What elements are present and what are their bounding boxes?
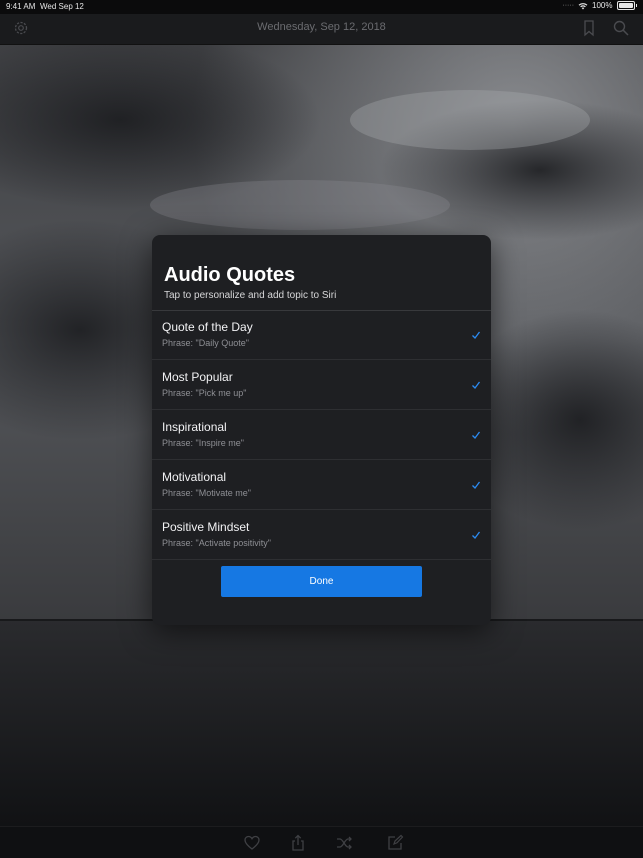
checkmark-icon [472,531,481,539]
nav-title: Wednesday, Sep 12, 2018 [257,21,386,33]
dialog-title: Audio Quotes [164,264,296,286]
topic-phrase: Phrase: "Inspire me" [162,438,244,448]
status-date: Wed Sep 12 [40,2,84,11]
topic-phrase: Phrase: "Daily Quote" [162,338,249,348]
quote-topic-item[interactable]: Quote of the Day Phrase: "Daily Quote" [152,310,491,360]
heart-icon[interactable] [243,834,261,852]
shuffle-icon[interactable] [335,834,353,852]
wifi-icon [578,2,588,9]
audio-quotes-dialog: Audio Quotes Tap to personalize and add … [152,235,491,625]
nav-bar: Wednesday, Sep 12, 2018 [0,14,643,45]
search-icon[interactable] [612,19,630,37]
share-icon[interactable] [289,834,307,852]
battery-tip [635,4,637,7]
topic-name: Most Popular [162,370,233,384]
topic-name: Inspirational [162,420,227,434]
checkmark-icon [472,431,481,439]
screen: 9:41 AM Wed Sep 12 ····· 100% Wednesday,… [0,0,643,858]
quote-topic-item[interactable]: Inspirational Phrase: "Inspire me" [152,410,491,460]
quote-topic-item[interactable]: Most Popular Phrase: "Pick me up" [152,360,491,410]
done-button[interactable]: Done [221,566,422,597]
topic-phrase: Phrase: "Motivate me" [162,488,251,498]
dialog-subtitle: Tap to personalize and add topic to Siri [164,290,337,301]
topic-name: Positive Mindset [162,520,250,534]
battery-percent: 100% [592,1,613,10]
bookmark-icon[interactable] [580,19,598,37]
topic-name: Motivational [162,470,227,484]
dialog-header: Audio Quotes Tap to personalize and add … [152,235,491,311]
status-indicators: ····· 100% [562,1,637,10]
topic-phrase: Phrase: "Pick me up" [162,388,247,398]
checkmark-icon [472,481,481,489]
quote-topic-list: Quote of the Day Phrase: "Daily Quote" M… [152,310,491,560]
signal-icon: ····· [562,2,575,9]
quote-topic-item[interactable]: Positive Mindset Phrase: "Activate posit… [152,510,491,560]
status-time: 9:41 AM [6,2,36,11]
topic-phrase: Phrase: "Activate positivity" [162,538,271,548]
checkmark-icon [472,381,481,389]
compose-icon[interactable] [386,834,404,852]
topic-name: Quote of the Day [162,320,253,334]
status-bar: 9:41 AM Wed Sep 12 ····· 100% [0,0,643,14]
battery-icon [616,1,635,10]
checkmark-icon [472,331,481,339]
quote-topic-item[interactable]: Motivational Phrase: "Motivate me" [152,460,491,510]
bottom-toolbar [0,826,643,858]
